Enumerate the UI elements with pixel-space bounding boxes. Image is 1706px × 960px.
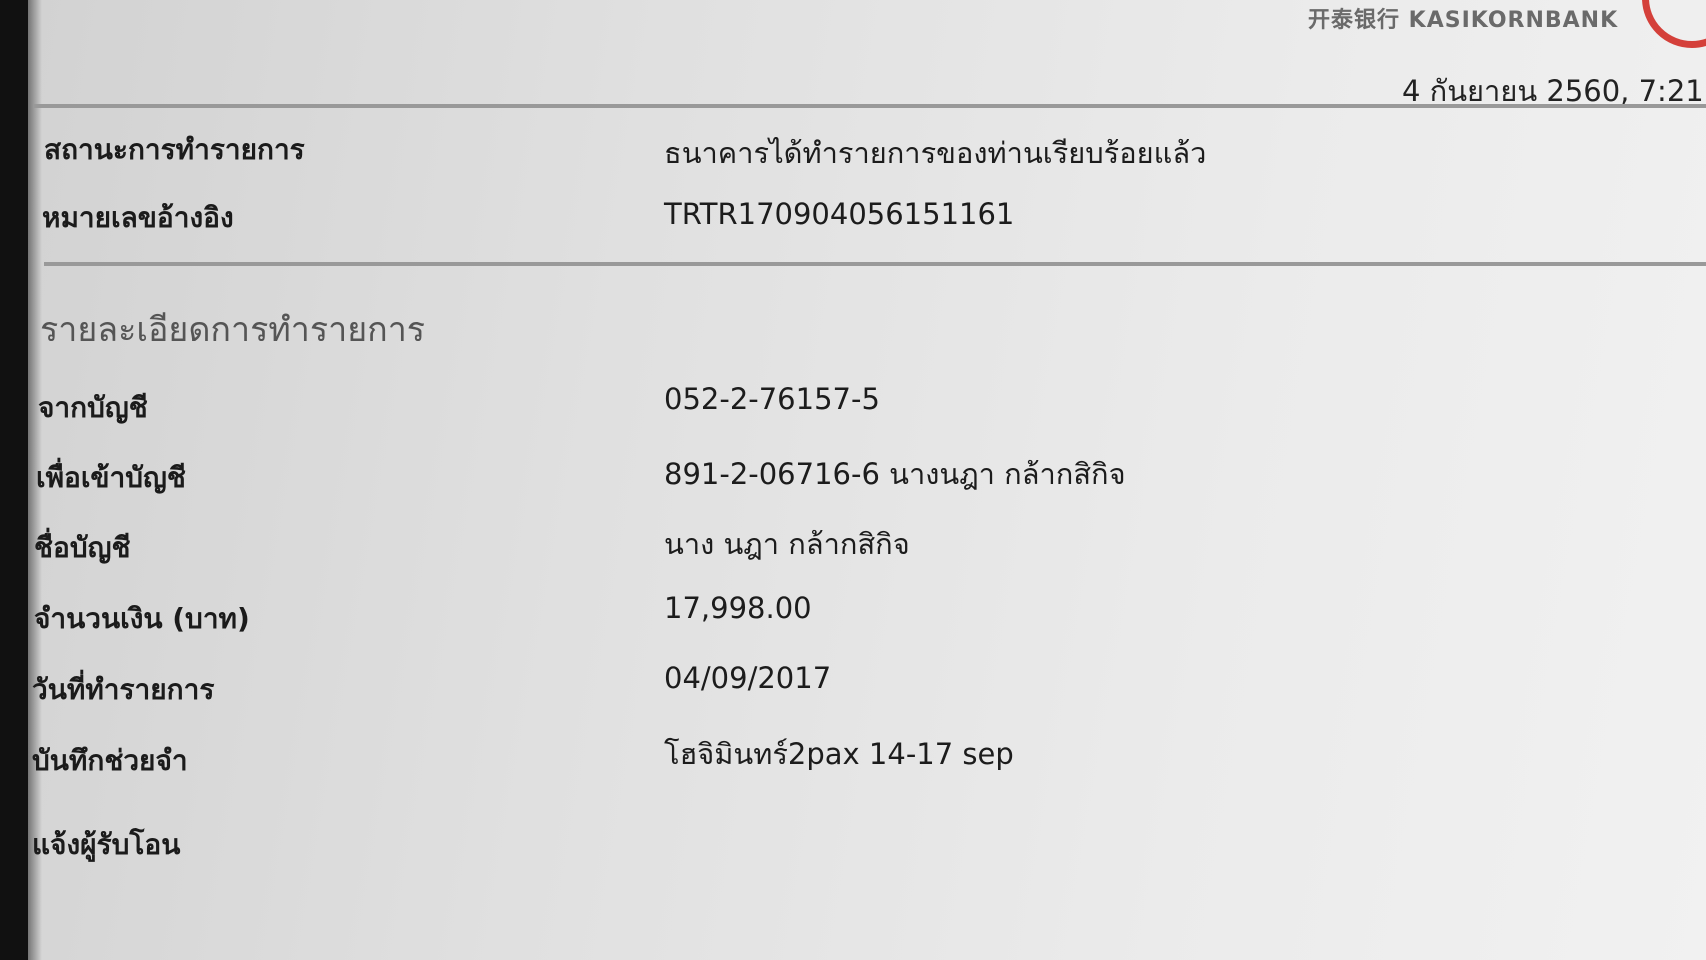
transfer-receipt-screen: ▔▔▔▔▔▔ 开泰银行 KASIKORNBANK 4 กันยายน 2560,… xyxy=(28,0,1706,960)
divider-top xyxy=(34,104,1706,108)
memo-label: บันทึกช่วยจำ xyxy=(32,744,188,777)
bank-logo-icon xyxy=(1642,0,1706,48)
amount-value: 17,998.00 xyxy=(664,591,812,625)
from-account-label: จากบัญชี xyxy=(38,391,148,424)
reference-label: หมายเลขอ้างอิง xyxy=(42,201,234,234)
transaction-date-label: วันที่ทำรายการ xyxy=(32,673,215,706)
status-value: ธนาคารได้ทำรายการของท่านเรียบร้อยแล้ว xyxy=(664,136,1207,170)
memo-value: โฮจิมินทร์2pax 14-17 sep xyxy=(664,737,1014,771)
to-account-label: เพื่อเข้าบัญชี xyxy=(36,461,186,494)
amount-label: จำนวนเงิน (บาท) xyxy=(34,602,250,635)
account-name-value: นาง นฎา กล้ากสิกิจ xyxy=(664,527,910,561)
reference-value: TRTR170904056151161 xyxy=(664,197,1015,231)
notify-recipient-label: แจ้งผู้รับโอน xyxy=(32,828,181,861)
account-name-label: ชื่อบัญชี xyxy=(34,531,131,564)
details-section-title: รายละเอียดการทำรายการ xyxy=(40,310,426,350)
cropped-top-text: ▔▔▔▔▔▔ xyxy=(548,0,671,14)
divider-middle xyxy=(44,262,1706,266)
status-label: สถานะการทำรายการ xyxy=(44,133,305,166)
from-account-value: 052-2-76157-5 xyxy=(664,382,880,416)
bank-logo-text: 开泰银行 KASIKORNBANK xyxy=(1308,8,1619,33)
to-account-value: 891-2-06716-6 นางนฎา กล้ากสิกิจ xyxy=(664,457,1126,491)
transaction-date-value: 04/09/2017 xyxy=(664,661,832,695)
